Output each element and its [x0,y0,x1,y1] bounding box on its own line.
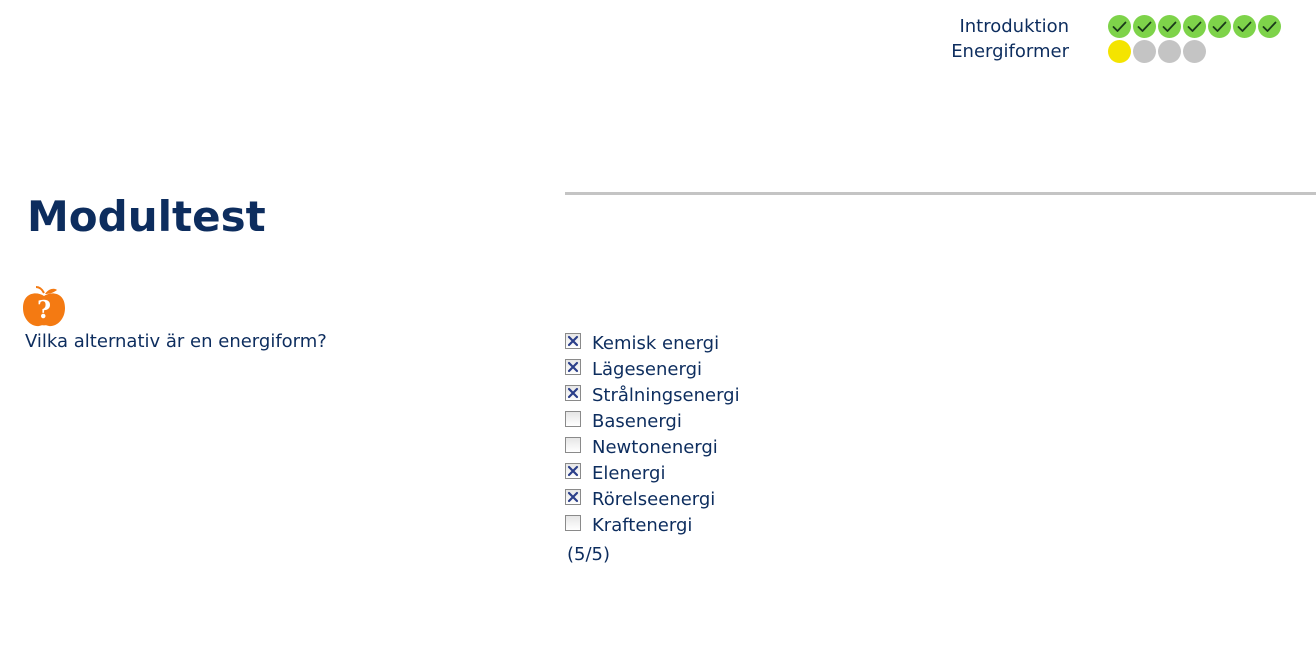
answer-option-label: Kemisk energi [592,332,720,354]
check-icon [1133,15,1156,38]
checkbox-unchecked[interactable] [565,410,581,427]
answer-option-label: Newtonenergi [592,436,718,458]
answer-option-label: Lägesenergi [592,358,703,380]
checkbox-checked[interactable] [565,384,581,401]
progress-step-current [1108,40,1131,63]
progress-step-pending [1158,40,1181,63]
progress-row-introduktion: Introduktion [869,14,1283,39]
page-title: Modultest [27,192,266,241]
answer-option[interactable]: Newtonenergi [565,434,740,460]
answer-option-label: Strålningsenergi [592,384,740,406]
checkbox-unchecked[interactable] [565,436,581,453]
progress-label: Introduktion [959,16,1069,37]
progress-steps [1108,15,1283,38]
check-icon [1258,15,1281,38]
check-icon [1233,15,1256,38]
answer-option[interactable]: Kraftenergi [565,512,740,538]
svg-text:?: ? [37,295,51,324]
check-icon [1208,15,1231,38]
answer-option-label: Basenergi [592,410,682,432]
progress-steps [1108,40,1283,63]
checkbox-checked[interactable] [565,358,581,375]
progress-row-energiformer: Energiformer [869,39,1283,64]
answer-option[interactable]: Rörelseenergi [565,486,740,512]
checkbox-unchecked[interactable] [565,514,581,531]
checkbox-checked[interactable] [565,332,581,349]
progress-label: Energiformer [951,41,1069,62]
answer-options: Kemisk energi Lägesenergi Strålningsenergi… [565,330,740,538]
answer-option[interactable]: Kemisk energi [565,330,740,356]
answer-option[interactable]: Lägesenergi [565,356,740,382]
check-icon [1108,15,1131,38]
answer-option-label: Rörelseenergi [592,488,716,510]
apple-question-icon: ? [22,286,66,328]
score-label: (5/5) [567,544,611,565]
progress-tracker: Introduktion Energiformer [869,14,1283,64]
answer-option[interactable]: Strålningsenergi [565,382,740,408]
check-icon [1158,15,1181,38]
question-text: Vilka alternativ är en energiform? [25,331,327,352]
answer-option[interactable]: Elenergi [565,460,740,486]
divider [565,192,1316,195]
checkbox-checked[interactable] [565,462,581,479]
progress-step-pending [1133,40,1156,63]
answer-option[interactable]: Basenergi [565,408,740,434]
answer-option-label: Elenergi [592,462,666,484]
checkbox-checked[interactable] [565,488,581,505]
progress-step-pending [1183,40,1206,63]
check-icon [1183,15,1206,38]
answer-option-label: Kraftenergi [592,514,693,536]
